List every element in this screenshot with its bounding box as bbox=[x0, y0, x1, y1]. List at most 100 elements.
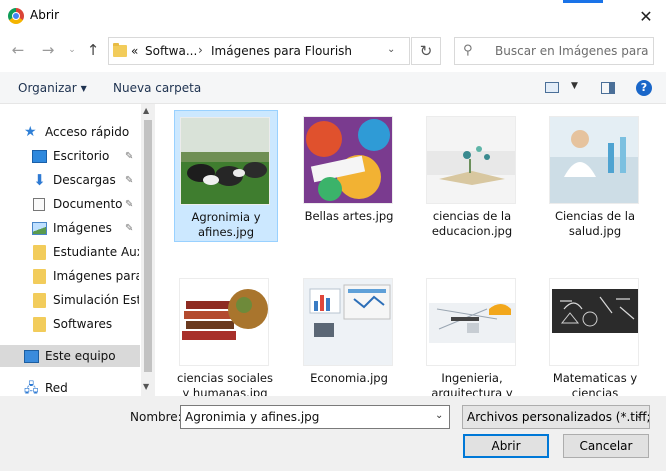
forward-button[interactable]: → bbox=[38, 40, 58, 60]
file-thumbnail bbox=[426, 278, 516, 366]
file-name: Economia.jpg bbox=[310, 371, 388, 385]
file-item[interactable]: Matematicas y ciencias naturales.jpg bbox=[544, 272, 648, 396]
breadcrumb-separator-icon: › bbox=[198, 43, 203, 57]
pin-icon: ✎ bbox=[125, 174, 134, 186]
chrome-icon bbox=[8, 8, 24, 24]
file-item[interactable]: Ciencias de la salud.jpg bbox=[544, 110, 648, 242]
file-name: Matematicas y ciencias naturales.jpg bbox=[552, 371, 638, 396]
pin-icon: ✎ bbox=[125, 198, 134, 210]
preview-pane-icon[interactable] bbox=[601, 82, 615, 94]
sidebar-item-folder[interactable]: Simulación Estad bbox=[0, 289, 140, 311]
file-name: Ingenieria, arquitectura y urbanismo.jpg bbox=[431, 371, 513, 396]
image-icon bbox=[32, 221, 47, 235]
breadcrumb-item[interactable]: Imágenes para Flourish bbox=[211, 44, 352, 58]
file-type-select[interactable]: Archivos personalizados (*.tiff;* bbox=[462, 405, 650, 429]
file-thumbnail bbox=[549, 278, 639, 366]
view-icon[interactable] bbox=[545, 82, 559, 93]
file-name: Ciencias de la salud.jpg bbox=[554, 209, 636, 238]
filename-label: Nombre: bbox=[130, 410, 182, 424]
view-dropdown-icon[interactable]: ▼ bbox=[571, 81, 578, 91]
search-icon: ⚲ bbox=[463, 43, 473, 58]
file-thumbnail bbox=[180, 117, 270, 205]
file-name: ciencias de la educacion.jpg bbox=[431, 209, 513, 238]
file-list: Agronimia y afines.jpg Bellas artes.jpg bbox=[155, 104, 666, 396]
back-button[interactable]: ← bbox=[8, 40, 28, 60]
sidebar-item-folder[interactable]: Imágenes para F bbox=[0, 265, 140, 287]
navigation-bar: ← → ⌄ ↑ « Softwa... › Imágenes para Flou… bbox=[0, 32, 666, 70]
sidebar-item-folder[interactable]: Estudiante Auxil bbox=[0, 241, 140, 263]
title-accent bbox=[563, 0, 603, 3]
sidebar-item-label: Imágenes bbox=[53, 221, 112, 235]
star-icon: ★ bbox=[24, 123, 37, 140]
sidebar-item-label: Estudiante Auxil bbox=[53, 245, 139, 259]
file-item[interactable]: Ingenieria, arquitectura y urbanismo.jpg bbox=[421, 272, 525, 396]
scroll-up-icon[interactable]: ▲ bbox=[143, 106, 149, 115]
file-item[interactable]: ciencias sociales y humanas.jpg bbox=[174, 272, 278, 396]
search-box[interactable]: ⚲ Buscar en Imágenes para Flo... bbox=[454, 37, 654, 65]
file-name: Bellas artes.jpg bbox=[304, 209, 394, 223]
pin-icon: ✎ bbox=[125, 150, 134, 162]
sidebar-item-label: Red bbox=[45, 381, 68, 395]
address-dropdown-icon[interactable]: ⌄ bbox=[387, 44, 395, 55]
search-placeholder[interactable]: Buscar en Imágenes para Flo... bbox=[495, 44, 651, 58]
sidebar-item-label: Documentos bbox=[53, 197, 123, 211]
file-type-value: Archivos personalizados (*.tiff;* bbox=[467, 410, 650, 424]
command-bar: Organizar ▼ Nueva carpeta ▼ ? bbox=[0, 72, 666, 104]
sidebar-item-folder[interactable]: Softwares bbox=[0, 313, 140, 335]
file-thumbnail bbox=[426, 116, 516, 204]
caret-down-icon: ▼ bbox=[80, 84, 87, 93]
dialog-footer: Nombre: ⌄ Archivos personalizados (*.tif… bbox=[0, 396, 666, 471]
desktop-icon bbox=[32, 149, 47, 163]
navigation-pane: ★ Acceso rápido Escritorio ✎ ⬇ Descargas… bbox=[0, 104, 155, 396]
sidebar-item-label: Descargas bbox=[53, 173, 116, 187]
folder-icon bbox=[33, 244, 46, 260]
organize-menu[interactable]: Organizar ▼ bbox=[18, 81, 87, 95]
file-name: Agronimia y afines.jpg bbox=[191, 210, 261, 239]
download-icon: ⬇ bbox=[33, 170, 46, 189]
document-icon bbox=[33, 197, 45, 211]
file-item[interactable]: ciencias de la educacion.jpg bbox=[421, 110, 525, 242]
sidebar-item-documents[interactable]: Documentos ✎ bbox=[0, 193, 140, 215]
open-button[interactable]: Abrir bbox=[463, 434, 549, 458]
network-icon: 🖧 bbox=[24, 380, 39, 396]
new-folder-button[interactable]: Nueva carpeta bbox=[113, 81, 201, 95]
close-button[interactable]: ✕ bbox=[626, 0, 666, 32]
sidebar-item-pictures[interactable]: Imágenes ✎ bbox=[0, 217, 140, 239]
breadcrumb-item[interactable]: Softwa... bbox=[145, 44, 197, 58]
sidebar-item-label: Acceso rápido bbox=[45, 125, 130, 139]
filename-input[interactable] bbox=[180, 405, 450, 429]
folder-icon bbox=[113, 43, 127, 57]
up-button[interactable]: ↑ bbox=[83, 40, 103, 60]
sidebar-scroll-thumb[interactable] bbox=[144, 120, 152, 372]
file-type-dropdown-icon[interactable]: ⌄ bbox=[635, 410, 643, 421]
refresh-button[interactable]: ↻ bbox=[411, 37, 441, 65]
file-thumbnail bbox=[303, 278, 393, 366]
breadcrumb-prefix[interactable]: « bbox=[131, 44, 138, 58]
sidebar-item-downloads[interactable]: ⬇ Descargas ✎ bbox=[0, 169, 140, 191]
title-bar: Abrir ✕ bbox=[0, 0, 666, 32]
file-name: ciencias sociales y humanas.jpg bbox=[177, 371, 273, 396]
file-item[interactable]: Agronimia y afines.jpg bbox=[174, 110, 278, 242]
sidebar-item-label: Imágenes para F bbox=[53, 269, 139, 283]
file-thumbnail bbox=[303, 116, 393, 204]
file-item[interactable]: Economia.jpg bbox=[298, 272, 402, 396]
sidebar-item-quick-access[interactable]: ★ Acceso rápido bbox=[0, 121, 140, 143]
sidebar-item-network[interactable]: 🖧 Red bbox=[0, 377, 140, 396]
filename-dropdown-icon[interactable]: ⌄ bbox=[435, 410, 443, 421]
sidebar-item-label: Escritorio bbox=[53, 149, 110, 163]
help-icon[interactable]: ? bbox=[636, 80, 652, 96]
scroll-down-icon[interactable]: ▼ bbox=[143, 382, 149, 391]
sidebar-item-this-pc[interactable]: Este equipo bbox=[0, 345, 140, 367]
pin-icon: ✎ bbox=[125, 222, 134, 234]
address-bar[interactable]: « Softwa... › Imágenes para Flourish ⌄ bbox=[108, 37, 410, 65]
sidebar-item-label: Simulación Estad bbox=[53, 293, 139, 307]
sidebar-item-desktop[interactable]: Escritorio ✎ bbox=[0, 145, 140, 167]
cancel-button[interactable]: Cancelar bbox=[563, 434, 649, 458]
recent-dropdown-icon[interactable]: ⌄ bbox=[62, 40, 82, 60]
window-title: Abrir bbox=[30, 8, 60, 22]
organize-label: Organizar bbox=[18, 81, 77, 95]
sidebar-item-label: Este equipo bbox=[45, 349, 116, 363]
file-thumbnail bbox=[549, 116, 639, 204]
file-item[interactable]: Bellas artes.jpg bbox=[298, 110, 402, 242]
file-thumbnail bbox=[179, 278, 269, 366]
